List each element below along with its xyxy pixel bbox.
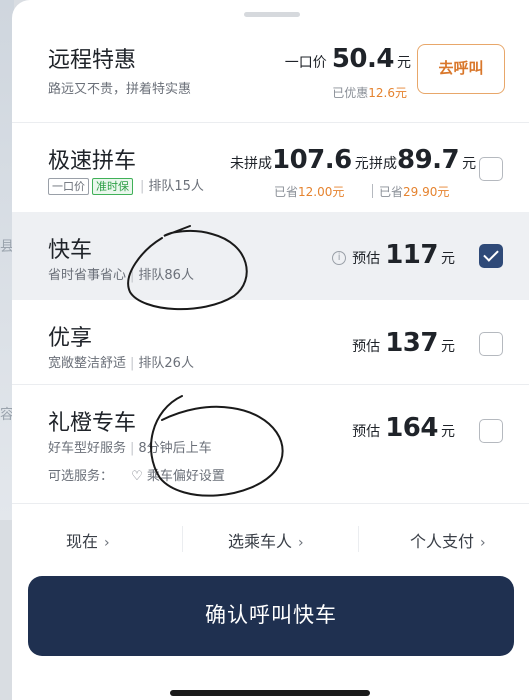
heart-icon: ♡ [131, 469, 143, 484]
option-checkbox[interactable] [479, 419, 503, 443]
option-discount: 已优惠12.6元 [332, 86, 407, 100]
option-price: 预估 137 元 [352, 328, 455, 358]
option-price: 预估 164 元 [352, 413, 455, 443]
option-title: 优享 [48, 326, 93, 351]
info-icon[interactable]: i [332, 251, 347, 265]
eta: 8分钟后上车 [138, 441, 212, 456]
option-subtitle: 路远又不贵，拼着特实惠 [48, 82, 192, 97]
call-button[interactable]: 去呼叫 [417, 44, 505, 94]
option-title: 礼橙专车 [48, 411, 137, 436]
option-price: i 预估 117 元 [332, 240, 455, 270]
divider [182, 526, 183, 552]
option-subtitle: 宽敞整洁舒适 | 排队26人 [48, 356, 194, 371]
price-not-pooled: 未拼成107.6元 [230, 145, 369, 175]
queue-count: 排队15人 [148, 179, 204, 194]
option-subtitle: 省时省事省心 | 排队86人 [48, 268, 194, 283]
tag-on-time: 准时保 [92, 178, 133, 195]
option-checkbox[interactable] [479, 332, 503, 356]
option-subtitle: 好车型好服务 | 8分钟后上车 [48, 441, 212, 456]
ride-option-long-distance[interactable]: 远程特惠 路远又不贵，拼着特实惠 一口价 50.4 元 已优惠12.6元 去呼叫 [12, 22, 529, 118]
option-title: 远程特惠 [48, 48, 137, 73]
saved-not-pooled: 已省12.00元 [274, 185, 345, 199]
optional-services: 可选服务： ♡ 乘车偏好设置 [48, 469, 225, 484]
option-checkbox-checked[interactable] [479, 244, 503, 268]
ride-option-premium[interactable]: 优享 宽敞整洁舒适 | 排队26人 预估 137 元 [12, 300, 529, 384]
option-title: 快车 [48, 238, 93, 263]
ride-option-express[interactable]: 快车 省时省事省心 | 排队86人 i 预估 117 元 [12, 212, 529, 300]
queue-count: 排队26人 [138, 356, 194, 371]
price-pooled: 拼成89.7 元 [356, 145, 476, 175]
ride-options-sheet: 远程特惠 路远又不贵，拼着特实惠 一口价 50.4 元 已优惠12.6元 去呼叫 … [12, 0, 529, 700]
ride-option-carpool[interactable]: 极速拼车 一口价准时保|排队15人 未拼成107.6元 已省12.00元 拼成8… [12, 123, 529, 211]
option-price: 一口价 50.4 元 [284, 44, 411, 74]
ride-option-luxury[interactable]: 礼橙专车 好车型好服务 | 8分钟后上车 可选服务： ♡ 乘车偏好设置 预估 164 元 [12, 385, 529, 503]
payment-selector[interactable]: 个人支付 › [410, 528, 486, 552]
time-selector[interactable]: 现在 › [66, 528, 110, 552]
queue-count: 排队86人 [138, 268, 194, 283]
tag-fixed-price: 一口价 [48, 178, 89, 195]
confirm-call-button[interactable]: 确认呼叫快车 [28, 576, 514, 656]
option-title: 极速拼车 [48, 149, 137, 174]
chevron-right-icon: › [298, 535, 304, 551]
drag-handle[interactable] [244, 12, 300, 17]
bottom-panel: 现在 › 选乘车人 › 个人支付 › 确认呼叫快车 [12, 503, 529, 700]
chevron-right-icon: › [480, 535, 486, 551]
chevron-right-icon: › [104, 535, 110, 551]
saved-pooled: 已省29.90元 [372, 183, 449, 200]
home-indicator[interactable] [170, 690, 370, 696]
passenger-selector[interactable]: 选乘车人 › [228, 528, 304, 552]
option-checkbox[interactable] [479, 157, 503, 181]
option-tags: 一口价 准时保 | 排队15人 [48, 175, 204, 195]
ride-preference-link[interactable]: ♡ 乘车偏好设置 [131, 469, 225, 484]
divider [358, 526, 359, 552]
